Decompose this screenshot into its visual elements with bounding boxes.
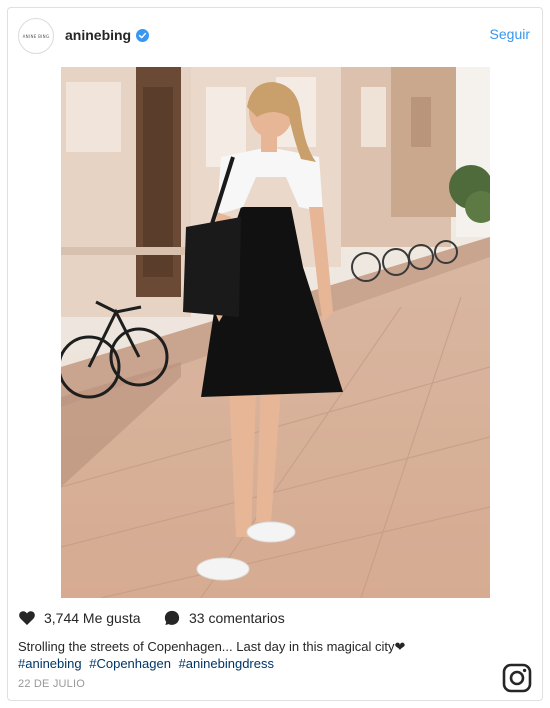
instagram-embed-card: ANINE BING aninebing Seguir 3,744 Me gus… [7,7,543,701]
post-photo[interactable] [61,67,490,598]
post-header: ANINE BING aninebing Seguir [8,8,542,64]
hashtag-list: #aninebing #Copenhagen #aninebingdress [18,655,278,672]
post-actions: 3,744 Me gusta 33 comentarios [18,609,518,633]
follow-button[interactable]: Seguir [490,26,530,42]
hashtag-link[interactable]: #aninebing [18,656,82,671]
verified-badge-icon [136,29,149,42]
hashtag-link[interactable]: #Copenhagen [89,656,171,671]
instagram-icon[interactable] [502,663,532,693]
post-caption: Strolling the streets of Copenhagen... L… [18,639,406,654]
avatar[interactable]: ANINE BING [18,18,54,54]
username[interactable]: aninebing [65,27,131,43]
likes-group[interactable]: 3,744 Me gusta [18,609,141,626]
post-date: 22 DE JULIO [18,678,86,690]
post-photo-illustration [61,67,490,598]
heart-icon[interactable] [18,609,36,626]
comment-bubble-icon[interactable] [163,609,181,627]
likes-count: 3,744 Me gusta [44,609,141,626]
comments-count: 33 comentarios [189,610,285,626]
hashtag-link[interactable]: #aninebingdress [179,656,274,671]
avatar-logo-text: ANINE BING [22,33,50,39]
comments-group[interactable]: 33 comentarios [163,609,285,627]
